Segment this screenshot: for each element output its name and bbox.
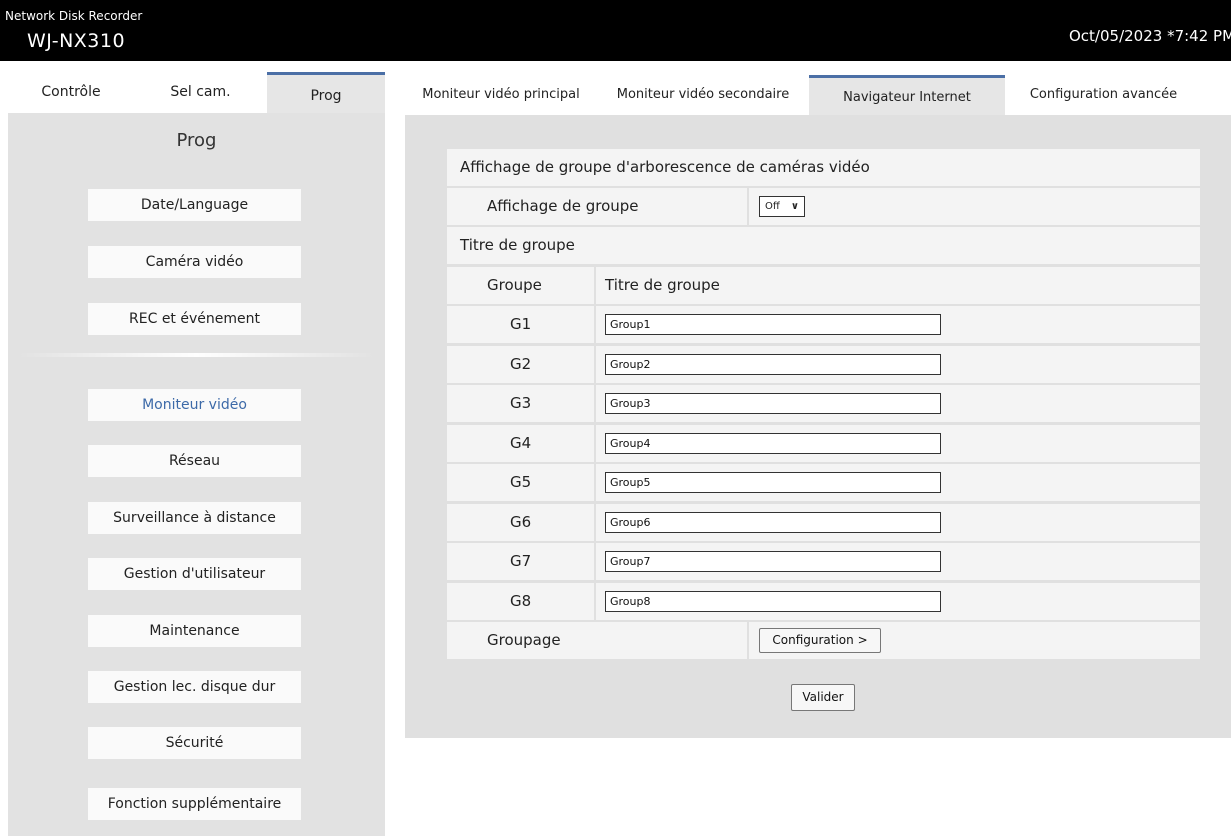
- sidebar-title: Prog: [176, 130, 217, 151]
- group-title-input-g4[interactable]: [605, 433, 941, 454]
- group-table-header: Groupe Titre de groupe: [447, 267, 1200, 304]
- tab-navigateur-internet[interactable]: Navigateur Internet: [809, 75, 1005, 118]
- group-title-input-g5[interactable]: [605, 472, 941, 493]
- sidebar-item-reseau[interactable]: Réseau: [88, 445, 301, 477]
- column-separator: [594, 306, 596, 343]
- validate-button[interactable]: Valider: [791, 684, 855, 711]
- group-id: G3: [510, 394, 532, 412]
- column-separator: [594, 385, 596, 422]
- sidebar-item-fonction-supplementaire[interactable]: Fonction supplémentaire: [88, 788, 301, 820]
- group-display-select[interactable]: Off ∨: [759, 196, 805, 217]
- column-separator: [594, 504, 596, 541]
- section-header-row: Affichage de groupe d'arborescence de ca…: [447, 149, 1200, 186]
- table-row: G5: [447, 464, 1200, 501]
- tab-configuration-avancee[interactable]: Configuration avancée: [1006, 75, 1201, 115]
- column-separator: [594, 543, 596, 580]
- group-title-input-g2[interactable]: [605, 354, 941, 375]
- chevron-down-icon: ∨: [790, 201, 799, 212]
- section-title: Affichage de groupe d'arborescence de ca…: [460, 158, 870, 176]
- group-id: G8: [510, 592, 532, 610]
- group-id: G7: [510, 552, 532, 570]
- group-title-input-g8[interactable]: [605, 591, 941, 612]
- tab-controle[interactable]: Contrôle: [8, 72, 134, 112]
- sidebar-item-date-language[interactable]: Date/Language: [88, 189, 301, 221]
- group-title-input-g1[interactable]: [605, 314, 941, 335]
- group-display-label: Affichage de groupe: [487, 197, 639, 215]
- grouping-label: Groupage: [487, 631, 561, 649]
- tab-prog[interactable]: Prog: [267, 72, 385, 115]
- table-row: G8: [447, 583, 1200, 620]
- sidebar-item-surveillance-distance[interactable]: Surveillance à distance: [88, 502, 301, 534]
- group-title-input-g7[interactable]: [605, 551, 941, 572]
- group-title-section-row: Titre de groupe: [447, 227, 1200, 264]
- column-separator: [594, 583, 596, 620]
- table-row: G1: [447, 306, 1200, 343]
- sidebar-item-rec-evenement[interactable]: REC et événement: [88, 303, 301, 335]
- column-separator: [747, 188, 749, 225]
- configuration-button[interactable]: Configuration >: [759, 628, 881, 653]
- col-header-title: Titre de groupe: [605, 276, 720, 294]
- group-title-input-g3[interactable]: [605, 393, 941, 414]
- sidebar-item-maintenance[interactable]: Maintenance: [88, 615, 301, 647]
- table-row: G2: [447, 346, 1200, 383]
- column-separator: [594, 267, 596, 304]
- group-display-value: Off: [765, 201, 780, 212]
- settings-form: Affichage de groupe d'arborescence de ca…: [447, 149, 1200, 659]
- group-id: G2: [510, 355, 532, 373]
- group-title-input-g6[interactable]: [605, 512, 941, 533]
- tab-moniteur-secondaire[interactable]: Moniteur vidéo secondaire: [598, 75, 808, 115]
- sidebar: Prog Date/Language Caméra vidéo REC et é…: [8, 113, 385, 836]
- tab-sel-cam[interactable]: Sel cam.: [134, 72, 267, 112]
- column-separator: [594, 346, 596, 383]
- table-row: G3: [447, 385, 1200, 422]
- sidebar-item-securite[interactable]: Sécurité: [88, 727, 301, 759]
- datetime-display: Oct/05/2023 *7:42 PM: [1069, 27, 1231, 45]
- table-row: G6: [447, 504, 1200, 541]
- group-display-row: Affichage de groupe Off ∨: [447, 188, 1200, 225]
- column-separator: [747, 622, 749, 659]
- sidebar-item-gestion-disque[interactable]: Gestion lec. disque dur: [88, 671, 301, 703]
- group-title-section-label: Titre de groupe: [460, 236, 575, 254]
- sidebar-item-camera-video[interactable]: Caméra vidéo: [88, 246, 301, 278]
- sidebar-item-moniteur-video[interactable]: Moniteur vidéo: [88, 389, 301, 421]
- table-row: G4: [447, 425, 1200, 462]
- main-panel: Affichage de groupe d'arborescence de ca…: [405, 115, 1231, 738]
- group-id: G5: [510, 473, 532, 491]
- app-header: Network Disk Recorder WJ-NX310 Oct/05/20…: [0, 0, 1231, 61]
- product-brand: Network Disk Recorder: [5, 9, 143, 23]
- col-header-group: Groupe: [487, 276, 542, 294]
- group-id: G4: [510, 434, 532, 452]
- column-separator: [594, 425, 596, 462]
- sidebar-divider: [18, 353, 375, 357]
- table-row: G7: [447, 543, 1200, 580]
- group-id: G1: [510, 315, 532, 333]
- tab-moniteur-principal[interactable]: Moniteur vidéo principal: [405, 75, 597, 115]
- group-id: G6: [510, 513, 532, 531]
- column-separator: [594, 464, 596, 501]
- model-name: WJ-NX310: [27, 30, 126, 52]
- grouping-row: Groupage Configuration >: [447, 622, 1200, 659]
- sidebar-item-gestion-utilisateur[interactable]: Gestion d'utilisateur: [88, 558, 301, 590]
